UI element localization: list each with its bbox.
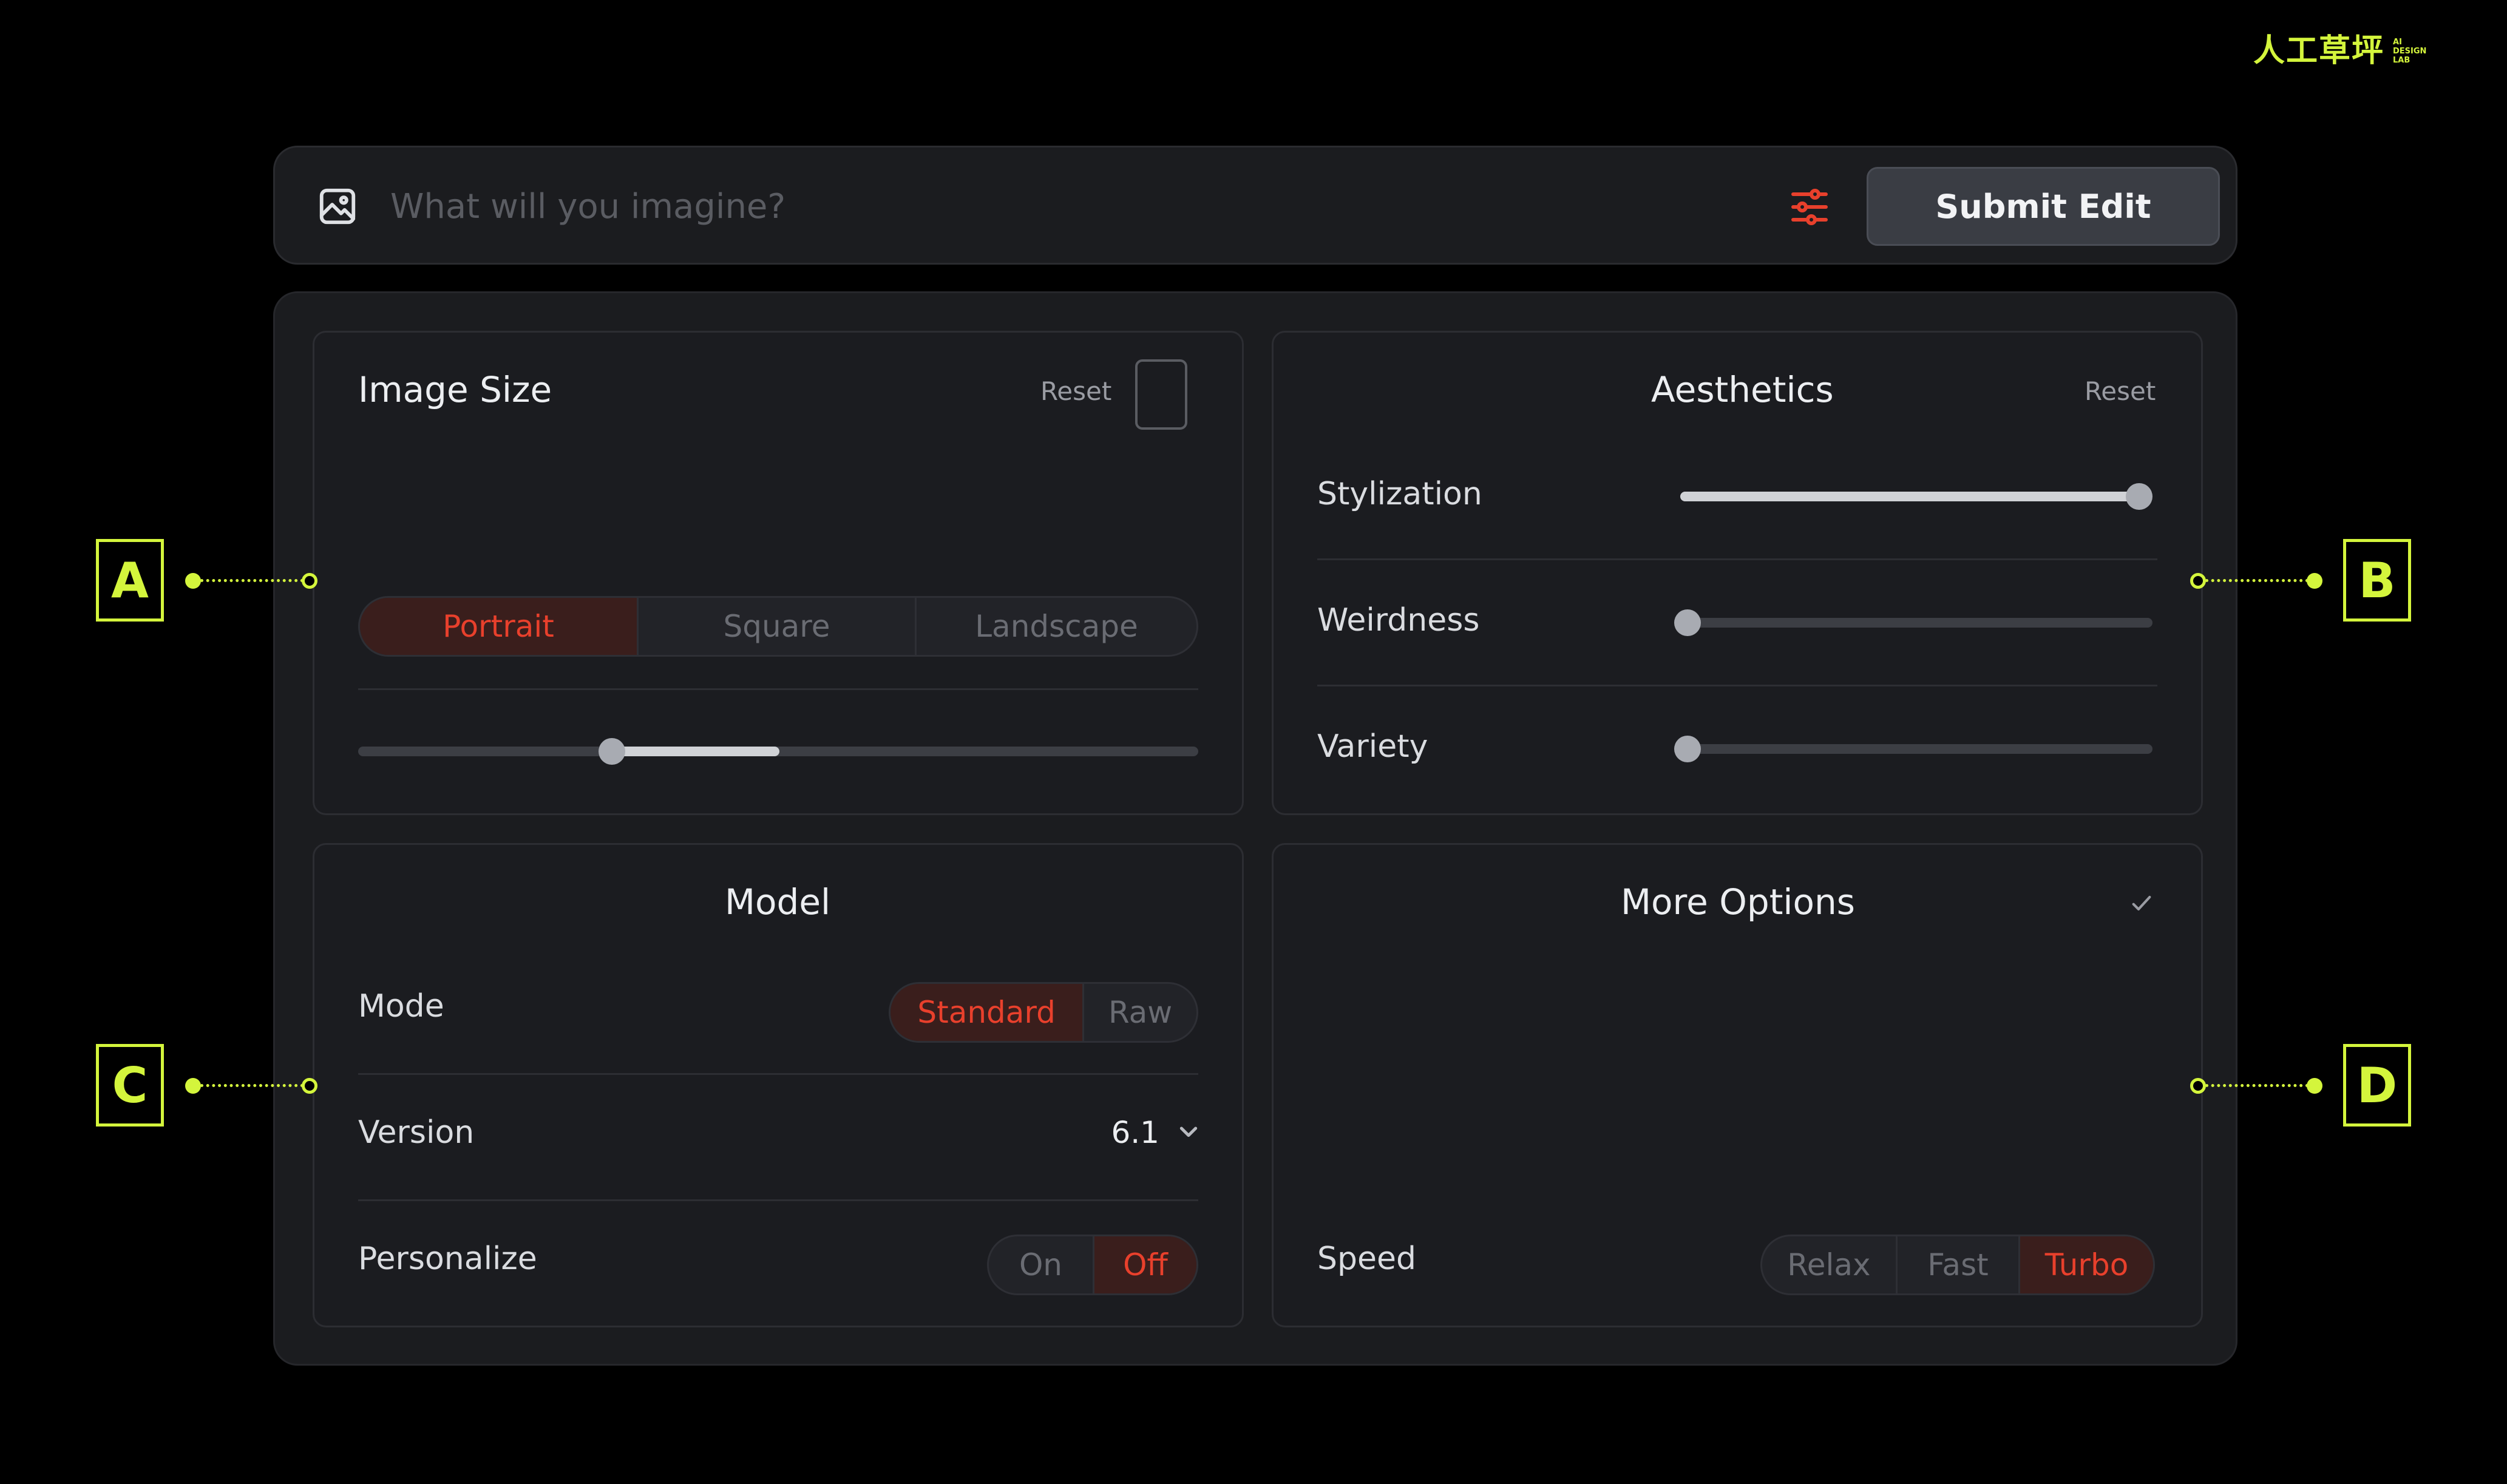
brand-logo-text: 人工草坪 xyxy=(2253,33,2385,69)
aesthetics-card: Aesthetics Reset Stylization Weirdness V… xyxy=(1272,331,2203,815)
chevron-down-icon xyxy=(1176,1119,1201,1146)
more-options-title: More Options xyxy=(1621,881,1856,923)
prompt-bar: What will you imagine? Submit Edit xyxy=(273,146,2237,265)
divider xyxy=(1317,685,2157,686)
aspect-preview-icon xyxy=(1135,359,1187,430)
stylization-slider-fill xyxy=(1680,492,2144,501)
callout-d-dot xyxy=(2307,1078,2322,1094)
callout-d-anchor xyxy=(2190,1078,2206,1094)
submit-edit-button[interactable]: Submit Edit xyxy=(1867,167,2220,246)
callout-c-line xyxy=(200,1084,304,1087)
prompt-input[interactable]: What will you imagine? xyxy=(390,185,785,229)
aesthetics-reset-link[interactable]: Reset xyxy=(2085,376,2156,406)
callout-c-dot xyxy=(185,1078,201,1094)
aesthetics-title: Aesthetics xyxy=(1651,369,1834,410)
callout-a-dot xyxy=(185,573,201,589)
version-label: Version xyxy=(358,1114,475,1151)
personalize-on[interactable]: On xyxy=(989,1236,1093,1293)
check-icon[interactable] xyxy=(2129,891,2154,918)
callout-b-line xyxy=(2205,579,2309,582)
brand-logo: 人工草坪 AI DESIGN LAB xyxy=(2253,33,2426,69)
model-card: Model Mode Standard Raw Version 6.1 Pers… xyxy=(313,843,1244,1327)
variety-slider-track[interactable] xyxy=(1680,744,2152,754)
sliders-icon[interactable] xyxy=(1788,185,1831,229)
more-options-card: More Options Speed Relax Fast Turbo xyxy=(1272,843,2203,1327)
speed-label: Speed xyxy=(1317,1241,1417,1277)
callout-a-anchor xyxy=(302,573,317,589)
personalize-label: Personalize xyxy=(358,1241,537,1277)
image-size-reset-link[interactable]: Reset xyxy=(1040,376,1111,406)
divider xyxy=(358,1073,1198,1075)
stylization-label: Stylization xyxy=(1317,476,1482,512)
aspect-ratio-slider-fill xyxy=(602,747,779,756)
callout-c-anchor xyxy=(302,1078,317,1094)
variety-slider-thumb[interactable] xyxy=(1674,736,1701,762)
speed-selector: Relax Fast Turbo xyxy=(1760,1235,2155,1295)
image-size-card: Image Size Reset Portrait Square Landsca… xyxy=(313,331,1244,815)
personalize-toggle: On Off xyxy=(987,1235,1198,1295)
divider xyxy=(1317,558,2157,560)
image-icon[interactable] xyxy=(316,185,359,228)
settings-panel: Image Size Reset Portrait Square Landsca… xyxy=(273,291,2237,1366)
callout-b-anchor xyxy=(2190,573,2206,589)
orientation-square[interactable]: Square xyxy=(637,598,915,655)
callout-c-label: C xyxy=(96,1044,164,1127)
orientation-landscape[interactable]: Landscape xyxy=(915,598,1196,655)
image-size-title: Image Size xyxy=(358,369,552,410)
orientation-portrait[interactable]: Portrait xyxy=(360,598,637,655)
aspect-ratio-slider-thumb[interactable] xyxy=(599,738,625,765)
divider xyxy=(358,688,1198,690)
weirdness-slider-thumb[interactable] xyxy=(1674,609,1701,636)
callout-a-label: A xyxy=(96,539,164,622)
model-title: Model xyxy=(725,881,831,923)
divider xyxy=(358,1199,1198,1201)
speed-fast[interactable]: Fast xyxy=(1895,1236,2018,1293)
weirdness-slider-track[interactable] xyxy=(1680,618,2152,628)
speed-turbo[interactable]: Turbo xyxy=(2018,1236,2153,1293)
personalize-off[interactable]: Off xyxy=(1092,1236,1196,1293)
callout-a-line xyxy=(200,579,304,582)
stylization-slider-thumb[interactable] xyxy=(2126,483,2152,510)
mode-label: Mode xyxy=(358,988,444,1025)
mode-selector: Standard Raw xyxy=(889,982,1198,1043)
mode-standard[interactable]: Standard xyxy=(891,984,1083,1041)
orientation-selector: Portrait Square Landscape xyxy=(358,596,1198,657)
speed-relax[interactable]: Relax xyxy=(1762,1236,1896,1293)
weirdness-label: Weirdness xyxy=(1317,602,1480,639)
version-dropdown[interactable]: 6.1 xyxy=(1067,1107,1201,1158)
variety-label: Variety xyxy=(1317,728,1428,765)
brand-logo-subtext: AI DESIGN LAB xyxy=(2393,37,2427,65)
callout-d-label: D xyxy=(2343,1044,2411,1127)
version-value: 6.1 xyxy=(1111,1115,1159,1150)
callout-b-label: B xyxy=(2343,539,2411,622)
callout-b-dot xyxy=(2307,573,2322,589)
mode-raw[interactable]: Raw xyxy=(1082,984,1196,1041)
callout-d-line xyxy=(2205,1084,2309,1087)
